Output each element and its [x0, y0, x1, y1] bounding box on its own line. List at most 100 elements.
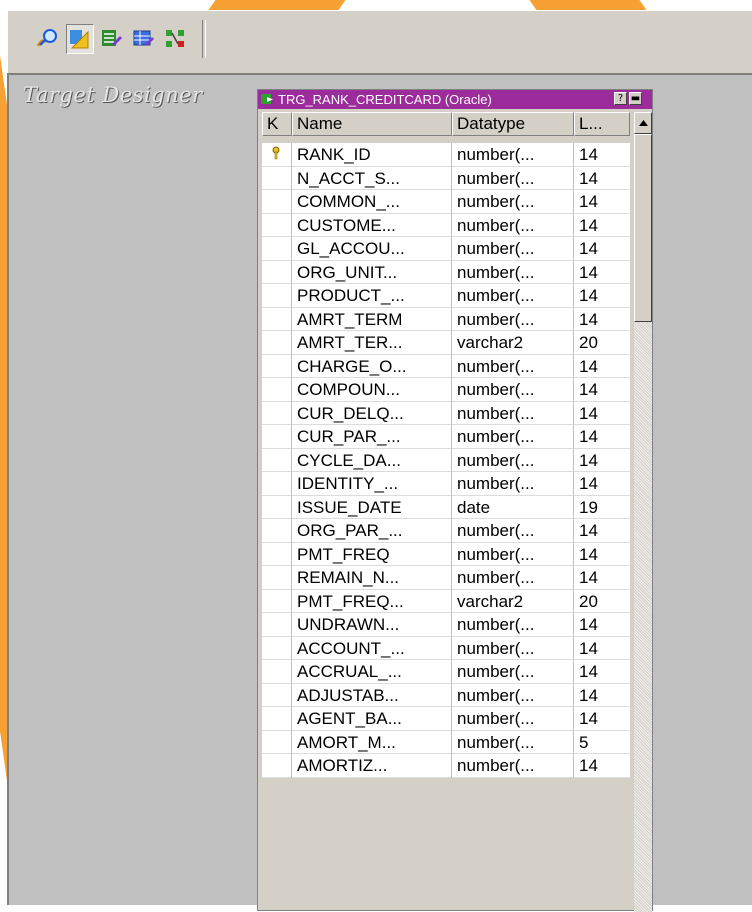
scroll-up-button[interactable] [634, 112, 652, 134]
column-name-cell[interactable]: AMRT_TERM [292, 307, 452, 331]
table-row[interactable]: AGENT_BA... number(... 14 [262, 707, 630, 731]
table-row[interactable]: COMMON_... number(... 14 [262, 190, 630, 214]
column-name-cell[interactable]: AMORTIZ... [292, 754, 452, 778]
key-cell[interactable] [262, 143, 292, 167]
datatype-cell[interactable]: number(... [452, 683, 574, 707]
datatype-cell[interactable]: number(... [452, 730, 574, 754]
key-cell[interactable] [262, 166, 292, 190]
table-row[interactable]: ACCOUNT_... number(... 14 [262, 636, 630, 660]
length-cell[interactable]: 14 [574, 402, 630, 425]
key-cell[interactable] [262, 260, 292, 284]
search-layer-button[interactable] [34, 24, 62, 54]
datatype-cell[interactable]: number(... [452, 307, 574, 331]
datatype-cell[interactable]: number(... [452, 636, 574, 660]
datatype-cell[interactable]: number(... [452, 190, 574, 214]
column-name-cell[interactable]: UNDRAWN... [292, 613, 452, 637]
length-cell[interactable]: 14 [574, 143, 630, 167]
datatype-cell[interactable]: number(... [452, 472, 574, 496]
column-name-cell[interactable]: ORG_PAR_... [292, 519, 452, 543]
length-cell[interactable]: 20 [574, 590, 630, 613]
length-cell[interactable]: 14 [574, 425, 630, 449]
grid-table-button[interactable] [130, 24, 158, 54]
key-cell[interactable] [262, 307, 292, 331]
table-row[interactable]: AMRT_TERM number(... 14 [262, 307, 630, 331]
table-row[interactable]: CUSTOME... number(... 14 [262, 213, 630, 237]
column-name-cell[interactable]: CUR_PAR_... [292, 425, 452, 449]
key-cell[interactable] [262, 589, 292, 613]
table-row[interactable]: AMORT_M... number(... 5 [262, 730, 630, 754]
table-row[interactable]: UNDRAWN... number(... 14 [262, 613, 630, 637]
key-cell[interactable] [262, 190, 292, 214]
vertical-scrollbar[interactable] [634, 112, 652, 912]
length-cell[interactable]: 14 [574, 190, 630, 214]
column-name-cell[interactable]: AMRT_TER... [292, 331, 452, 355]
key-cell[interactable] [262, 237, 292, 261]
datatype-cell[interactable]: number(... [452, 378, 574, 402]
column-name-cell[interactable]: AGENT_BA... [292, 707, 452, 731]
key-cell[interactable] [262, 331, 292, 355]
key-cell[interactable] [262, 519, 292, 543]
key-cell[interactable] [262, 707, 292, 731]
table-row[interactable]: PMT_FREQ... varchar2 20 [262, 589, 630, 613]
datatype-cell[interactable]: number(... [452, 613, 574, 637]
datatype-cell[interactable]: number(... [452, 166, 574, 190]
length-cell[interactable]: 14 [574, 449, 630, 472]
column-header-datatype[interactable]: Datatype [452, 112, 574, 136]
datatype-cell[interactable]: number(... [452, 143, 574, 167]
column-name-cell[interactable]: AMORT_M... [292, 730, 452, 754]
column-name-cell[interactable]: ORG_UNIT... [292, 260, 452, 284]
column-name-cell[interactable]: PMT_FREQ [292, 542, 452, 566]
scrollbar-thumb[interactable] [634, 134, 652, 322]
help-button[interactable]: ? [614, 92, 627, 105]
datatype-cell[interactable]: number(... [452, 566, 574, 590]
length-cell[interactable]: 14 [574, 754, 630, 778]
column-name-cell[interactable]: COMPOUN... [292, 378, 452, 402]
table-window[interactable]: TRG_RANK_CREDITCARD (Oracle) ? ▬ K Name … [257, 89, 653, 912]
datatype-cell[interactable]: varchar2 [452, 589, 574, 613]
key-cell[interactable] [262, 448, 292, 472]
table-row[interactable]: PRODUCT_... number(... 14 [262, 284, 630, 308]
key-cell[interactable] [262, 284, 292, 308]
target-designer-workspace[interactable]: Target Designer TRG_RANK_CREDITCARD (Ora… [7, 73, 752, 912]
column-name-cell[interactable]: N_ACCT_S... [292, 166, 452, 190]
length-cell[interactable]: 14 [574, 472, 630, 496]
column-name-cell[interactable]: GL_ACCOU... [292, 237, 452, 261]
table-row[interactable]: CUR_PAR_... number(... 14 [262, 425, 630, 449]
datatype-cell[interactable]: varchar2 [452, 331, 574, 355]
length-cell[interactable]: 14 [574, 355, 630, 378]
link-button[interactable] [162, 24, 190, 54]
table-row[interactable]: GL_ACCOU... number(... 14 [262, 237, 630, 261]
edit-table-button[interactable] [98, 24, 126, 54]
column-name-cell[interactable]: ACCOUNT_... [292, 636, 452, 660]
length-cell[interactable]: 14 [574, 684, 630, 707]
length-cell[interactable]: 14 [574, 637, 630, 660]
datatype-cell[interactable]: number(... [452, 284, 574, 308]
datatype-cell[interactable]: number(... [452, 401, 574, 425]
column-name-cell[interactable]: RANK_ID [292, 143, 452, 167]
key-cell[interactable] [262, 401, 292, 425]
column-header-name[interactable]: Name [292, 112, 452, 136]
key-cell[interactable] [262, 354, 292, 378]
minimize-button[interactable]: ▬ [629, 92, 642, 105]
key-cell[interactable] [262, 425, 292, 449]
key-cell[interactable] [262, 213, 292, 237]
table-row[interactable]: CHARGE_O... number(... 14 [262, 354, 630, 378]
column-name-cell[interactable]: ISSUE_DATE [292, 495, 452, 519]
key-cell[interactable] [262, 542, 292, 566]
datatype-cell[interactable]: number(... [452, 707, 574, 731]
length-cell[interactable]: 14 [574, 308, 630, 331]
datatype-cell[interactable]: number(... [452, 754, 574, 778]
table-row[interactable]: CUR_DELQ... number(... 14 [262, 401, 630, 425]
length-cell[interactable]: 14 [574, 167, 630, 190]
table-row[interactable]: ACCRUAL_... number(... 14 [262, 660, 630, 684]
table-row[interactable]: ADJUSTAB... number(... 14 [262, 683, 630, 707]
datatype-cell[interactable]: number(... [452, 237, 574, 261]
key-cell[interactable] [262, 683, 292, 707]
length-cell[interactable]: 14 [574, 284, 630, 308]
column-name-cell[interactable]: IDENTITY_... [292, 472, 452, 496]
column-name-cell[interactable]: COMMON_... [292, 190, 452, 214]
key-cell[interactable] [262, 566, 292, 590]
column-name-cell[interactable]: PMT_FREQ... [292, 589, 452, 613]
key-cell[interactable] [262, 472, 292, 496]
column-name-cell[interactable]: REMAIN_N... [292, 566, 452, 590]
